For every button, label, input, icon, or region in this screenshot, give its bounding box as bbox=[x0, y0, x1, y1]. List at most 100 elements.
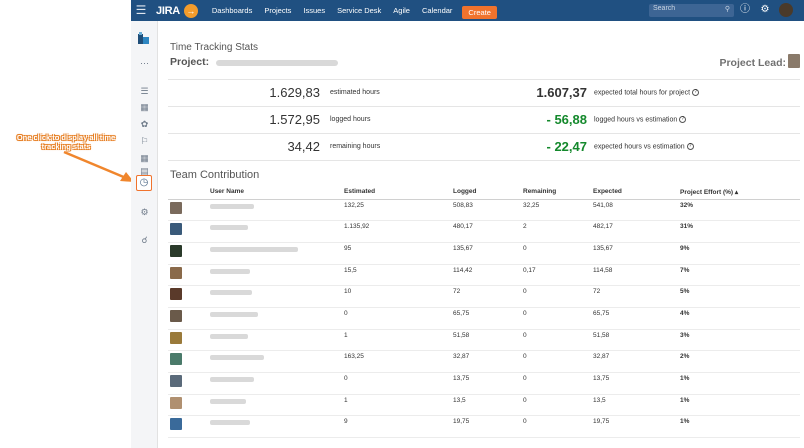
table-row[interactable]: 15,5 114,42 0,17 114,58 7% bbox=[168, 264, 800, 287]
column-header-expected[interactable]: Expected bbox=[593, 185, 680, 200]
user-avatar[interactable] bbox=[170, 266, 182, 279]
column-header-estimated[interactable]: Estimated bbox=[344, 185, 453, 200]
effort-cell: 1% bbox=[680, 415, 800, 439]
jira-logo[interactable]: JIRA → bbox=[156, 3, 198, 18]
estimated-cell: 132,25 bbox=[344, 199, 453, 222]
effort-cell: 3% bbox=[680, 329, 800, 352]
table-row[interactable]: 1 13,5 0 13,5 1% bbox=[168, 394, 800, 417]
expected-cell: 135,67 bbox=[593, 242, 680, 265]
stat-value: 34,42 bbox=[287, 139, 320, 154]
nav-issues[interactable]: Issues bbox=[297, 0, 331, 21]
annotation-arrow-icon bbox=[63, 150, 134, 182]
nav-projects[interactable]: Projects bbox=[258, 0, 297, 21]
stat-comparison-value: - 56,88 bbox=[546, 112, 587, 127]
user-avatar-cell bbox=[168, 415, 210, 439]
effort-cell: 9% bbox=[680, 242, 800, 265]
column-header-project-effort[interactable]: Project Effort (%) ▴ bbox=[680, 185, 800, 200]
user-avatar[interactable] bbox=[170, 396, 182, 409]
logged-cell: 114,42 bbox=[453, 264, 523, 287]
page: One click to display all time tracking s… bbox=[0, 0, 804, 448]
expected-cell: 65,75 bbox=[593, 307, 680, 330]
nav-service-desk[interactable]: Service Desk bbox=[331, 0, 387, 21]
table-row[interactable]: 1 51,58 0 51,58 3% bbox=[168, 329, 800, 352]
user-name-cell bbox=[210, 350, 344, 373]
estimated-cell: 15,5 bbox=[344, 264, 453, 287]
table-row[interactable]: 95 135,67 0 135,67 9% bbox=[168, 242, 800, 265]
table-row[interactable]: 0 65,75 0 65,75 4% bbox=[168, 307, 800, 330]
user-avatar[interactable] bbox=[170, 288, 182, 301]
project-lead-label: Project Lead: bbox=[719, 57, 786, 69]
backlog-icon[interactable]: ☰ bbox=[138, 85, 151, 98]
time-tracking-clock-icon[interactable]: ◷ bbox=[136, 175, 152, 191]
nav-dashboards[interactable]: Dashboards bbox=[206, 0, 258, 21]
user-avatar[interactable] bbox=[170, 244, 182, 257]
settings-icon[interactable]: ⚙ bbox=[138, 206, 151, 219]
user-avatar-cell bbox=[168, 264, 210, 287]
help-icon[interactable]: ? bbox=[686, 143, 694, 150]
estimated-cell: 1 bbox=[344, 329, 453, 352]
app-switcher-icon[interactable]: ☰ bbox=[131, 0, 151, 21]
project-logo-icon[interactable] bbox=[137, 31, 151, 45]
brand-badge-icon: → bbox=[183, 3, 198, 18]
user-avatar-cell bbox=[168, 329, 210, 352]
nav-calendar[interactable]: Calendar bbox=[416, 0, 458, 21]
table-row[interactable]: 10 72 0 72 5% bbox=[168, 285, 800, 308]
user-avatar[interactable] bbox=[170, 418, 182, 431]
user-name-redacted[interactable] bbox=[210, 355, 264, 361]
table-row[interactable]: 1.135,92 480,17 2 482,17 31% bbox=[168, 220, 800, 243]
user-name-redacted[interactable] bbox=[210, 268, 250, 274]
components-icon[interactable]: ✿ bbox=[138, 118, 151, 131]
user-name-redacted[interactable] bbox=[210, 311, 258, 317]
feedback-icon[interactable]: ☌ bbox=[138, 234, 151, 247]
estimated-cell: 10 bbox=[344, 285, 453, 308]
team-contribution-title: Team Contribution bbox=[170, 169, 260, 181]
stat-comparison-label: logged hours vs estimation? bbox=[594, 116, 687, 123]
stat-label: logged hours bbox=[330, 116, 371, 123]
user-name-redacted[interactable] bbox=[210, 225, 248, 231]
logged-cell: 508,83 bbox=[453, 199, 523, 222]
column-header-remaining[interactable]: Remaining bbox=[523, 185, 593, 200]
column-header-user-name[interactable]: User Name bbox=[210, 185, 344, 200]
expected-cell: 19,75 bbox=[593, 415, 680, 439]
estimated-cell: 9 bbox=[344, 415, 453, 439]
help-icon[interactable]: ? bbox=[692, 89, 700, 96]
stat-comparison-label: expected hours vs estimation? bbox=[594, 143, 694, 150]
user-avatar[interactable] bbox=[779, 3, 793, 17]
help-icon[interactable]: ? bbox=[679, 116, 687, 123]
column-header-logged[interactable]: Logged bbox=[453, 185, 523, 200]
user-name-redacted[interactable] bbox=[210, 398, 246, 404]
table-row[interactable]: 0 13,75 0 13,75 1% bbox=[168, 372, 800, 395]
effort-cell: 4% bbox=[680, 307, 800, 330]
user-avatar[interactable] bbox=[170, 309, 182, 322]
reports-icon[interactable]: ▦ bbox=[138, 101, 151, 114]
table-row[interactable]: 9 19,75 0 19,75 1% bbox=[168, 415, 800, 439]
user-avatar[interactable] bbox=[170, 375, 182, 387]
user-avatar[interactable] bbox=[170, 201, 182, 214]
user-name-cell bbox=[210, 307, 344, 330]
help-icon[interactable]: ⓘ bbox=[739, 4, 751, 16]
page-title: Time Tracking Stats bbox=[170, 42, 258, 53]
gear-icon[interactable]: ⚙ bbox=[759, 4, 771, 16]
releases-icon[interactable]: ⚐ bbox=[138, 135, 151, 148]
user-name-redacted[interactable] bbox=[210, 246, 298, 252]
table-row[interactable]: 163,25 32,87 0 32,87 2% bbox=[168, 350, 800, 373]
estimated-cell: 1.135,92 bbox=[344, 220, 453, 243]
expected-cell: 72 bbox=[593, 285, 680, 308]
user-name-redacted[interactable] bbox=[210, 290, 252, 296]
user-name-redacted[interactable] bbox=[210, 333, 248, 339]
user-name-redacted[interactable] bbox=[210, 420, 250, 426]
create-button[interactable]: Create bbox=[462, 6, 497, 19]
user-name-redacted[interactable] bbox=[210, 377, 254, 382]
user-avatar[interactable] bbox=[170, 353, 182, 366]
nav-agile[interactable]: Agile bbox=[387, 0, 416, 21]
user-avatar[interactable] bbox=[170, 331, 182, 344]
table-row[interactable]: 132,25 508,83 32,25 541,08 32% bbox=[168, 199, 800, 222]
more-icon[interactable]: ⋯ bbox=[138, 57, 151, 70]
user-name-redacted[interactable] bbox=[210, 203, 254, 209]
project-lead-avatar[interactable] bbox=[788, 54, 800, 68]
grid-icon[interactable]: ▦ bbox=[138, 152, 151, 165]
avatar-column-header bbox=[168, 185, 210, 200]
search-input[interactable]: Search ⚲ bbox=[649, 4, 734, 17]
main-content: Time Tracking Stats Project: Project Lea… bbox=[158, 21, 804, 448]
user-avatar[interactable] bbox=[170, 223, 182, 236]
